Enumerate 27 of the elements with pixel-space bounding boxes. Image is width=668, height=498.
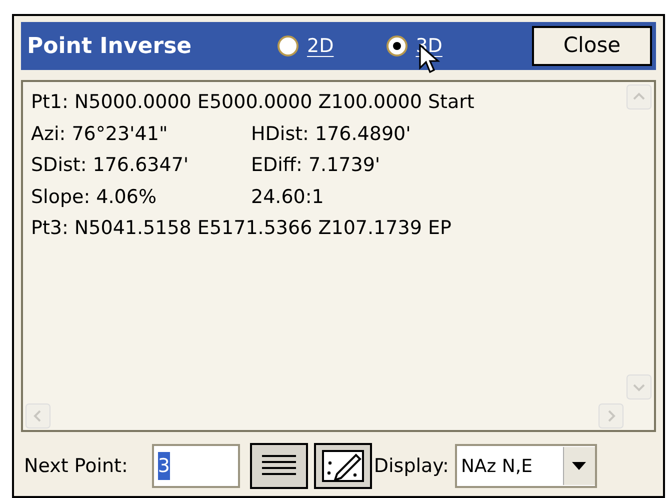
close-button[interactable]: Close	[532, 26, 652, 66]
radio-icon[interactable]	[277, 35, 299, 57]
result-value: Azi: 76°23'41"	[31, 122, 169, 146]
vertical-scrollbar[interactable]	[626, 82, 654, 402]
result-value: 24.60:1	[251, 184, 324, 210]
map-edit-button[interactable]	[314, 443, 372, 489]
radio-label[interactable]: 2D	[307, 32, 334, 60]
display-label: Display:	[374, 454, 449, 479]
mode-radio[interactable]: 2D	[277, 32, 334, 60]
result-line: Pt3: N5041.5158 E5171.5366 Z107.1739 EP	[31, 216, 452, 241]
result-value: SDist: 176.6347'	[31, 153, 190, 178]
next-point-field[interactable]: 3	[152, 444, 240, 488]
scroll-down-icon[interactable]	[626, 374, 652, 400]
result-value: EDiff: 7.1739'	[251, 153, 380, 178]
dropdown-arrow-icon[interactable]	[572, 462, 586, 470]
display-dropdown[interactable]: NAz N,E	[454, 444, 597, 488]
scroll-up-icon[interactable]	[626, 84, 652, 110]
next-point-label: Next Point:	[24, 454, 128, 479]
scroll-right-icon[interactable]	[598, 403, 624, 429]
result-value: HDist: 176.4890'	[251, 122, 411, 146]
list-button[interactable]	[250, 443, 308, 489]
scroll-left-icon[interactable]	[25, 403, 51, 429]
window-title: Point Inverse	[27, 32, 193, 60]
radio-icon[interactable]	[386, 35, 408, 57]
map-pencil-icon	[320, 449, 365, 483]
result-line: Pt1: N5000.0000 E5000.0000 Z100.0000 Start	[31, 90, 476, 115]
result-value: Slope: 4.06%	[31, 184, 158, 210]
